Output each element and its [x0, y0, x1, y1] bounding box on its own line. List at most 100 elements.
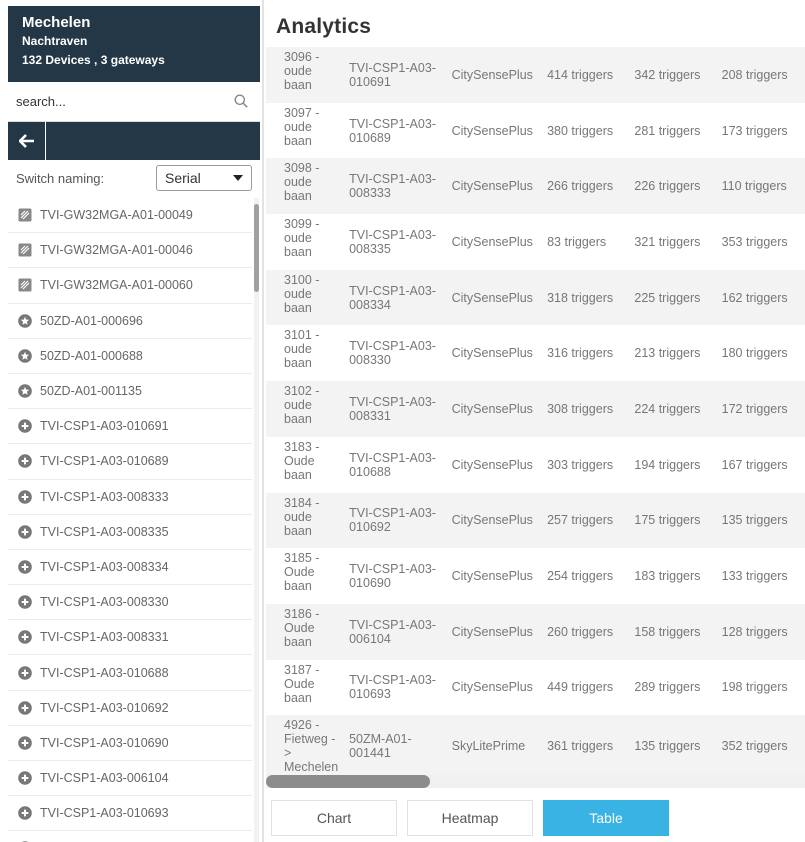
device-type-cell: CitySensePlus [451, 179, 533, 194]
device-list-item[interactable]: TVI-CSP1-A03-010691 [8, 409, 252, 445]
plus-circle-icon [18, 771, 32, 785]
triggers-cell: 257 triggers [547, 513, 614, 528]
device-type-cell: CitySensePlus [451, 457, 533, 472]
triggers-cell: 172 triggers [721, 401, 788, 416]
triggers-cell: 180 triggers [721, 346, 788, 361]
triggers-cell: 198 triggers [721, 680, 788, 695]
triggers-cell: 449 triggers [547, 680, 614, 695]
sidebar-header: Mechelen Nachtraven 132 Devices , 3 gate… [8, 6, 260, 82]
table-row[interactable]: 3185 - Oude baan TVI-CSP1-A03-010690 CityS… [266, 548, 805, 604]
table-row[interactable]: 3100 - oude baan TVI-CSP1-A03-008334 CityS… [266, 269, 805, 326]
device-name: TVI-CSP1-A03-010690 [40, 735, 169, 750]
triggers-cell: 414 triggers [547, 67, 614, 82]
table-row[interactable]: 3097 - oude baan TVI-CSP1-A03-010689 CityS… [266, 102, 805, 159]
search-icon[interactable] [234, 94, 248, 108]
plus-circle-icon [18, 736, 32, 750]
device-list-item[interactable]: TVI-CSP1-A03-010690 [8, 726, 252, 761]
triggers-cell: 353 triggers [721, 234, 788, 249]
device-list-item[interactable]: TVI-CSP1-A03-010693 [8, 796, 252, 832]
table-scrollbar-thumb[interactable] [266, 775, 430, 788]
table-row[interactable]: 4926 - Fietweg - > Mechelen 50ZM-A01-0014… [266, 715, 805, 775]
device-name: 50ZD-A01-001135 [40, 384, 142, 399]
serial-cell: TVI-CSP1-A03-010690 [349, 562, 436, 591]
triggers-cell: 260 triggers [547, 624, 614, 639]
device-name: TVI-GW32MGA-A01-00049 [40, 208, 193, 223]
serial-cell: 50ZM-A01-001441 [349, 732, 412, 761]
search-input[interactable] [16, 94, 226, 109]
triggers-cell: 135 triggers [634, 739, 701, 754]
table-row[interactable]: 3186 - Oude baan TVI-CSP1-A03-006104 CityS… [266, 603, 805, 660]
serial-cell: TVI-CSP1-A03-010691 [349, 60, 436, 89]
device-type-cell: CitySensePlus [451, 123, 533, 138]
triggers-cell: 110 triggers [721, 179, 787, 194]
device-type-cell: CitySensePlus [451, 234, 533, 249]
triggers-cell: 133 triggers [721, 569, 788, 584]
plus-circle-icon [18, 665, 32, 680]
device-name: TVI-CSP1-A03-008334 [40, 559, 169, 574]
device-list-item[interactable]: TVI-GW32MGA-A01-00046 [8, 233, 252, 269]
device-name: TVI-CSP1-A03-008331 [40, 630, 169, 645]
device-list-item[interactable]: TVI-CSP1-A03-010689 [8, 444, 252, 480]
device-name: TVI-CSP1-A03-010692 [40, 700, 169, 715]
device-list-item[interactable]: TVI-CSP1-A03-008335 [8, 515, 252, 550]
caret-down-icon [233, 175, 243, 181]
table-row[interactable]: 3187 - Oude baan TVI-CSP1-A03-010693 CityS… [266, 659, 805, 716]
naming-select[interactable]: Serial [156, 165, 252, 191]
triggers-cell: 183 triggers [634, 569, 701, 584]
table-horizontal-scrollbar[interactable] [266, 775, 805, 788]
device-list-item[interactable]: TVI-CSP1-A03-010688 [8, 655, 252, 691]
table-row[interactable]: 3101 - oude baan TVI-CSP1-A03-008330 CityS… [266, 325, 805, 382]
device-name: TVI-CSP1-A03-006104 [40, 771, 169, 786]
location-cell: 3096 - oude baan [284, 50, 320, 92]
plus-circle-icon [18, 700, 32, 715]
tab-chart-button[interactable]: Chart [271, 800, 397, 836]
device-name: TVI-CSP1-A03-010688 [40, 665, 169, 680]
device-list-item[interactable]: TVI-CSP1-A03-006104 [8, 761, 252, 797]
device-type-cell: CitySensePlus [451, 290, 533, 305]
device-list-item[interactable]: TVI-GW32MGA-A01-00060 [8, 268, 252, 304]
device-name: TVI-CSP1-A03-010691 [40, 419, 169, 434]
tab-table-button[interactable]: Table [543, 800, 669, 836]
device-type-cell: CitySensePlus [451, 624, 533, 639]
device-type-cell: CitySensePlus [451, 680, 533, 695]
serial-cell: TVI-CSP1-A03-008334 [349, 283, 436, 312]
device-list-item[interactable]: 50ZD-A01-001135 [8, 374, 252, 410]
table-row[interactable]: 3102 - oude baan TVI-CSP1-A03-008331 CityS… [266, 381, 805, 437]
back-button[interactable] [8, 122, 46, 160]
panel-divider[interactable] [262, 0, 264, 842]
serial-cell: TVI-CSP1-A03-008330 [349, 339, 436, 368]
device-list-item[interactable]: TVI-GW32MGA-A01-00049 [8, 198, 252, 234]
star-badge-icon [18, 384, 32, 398]
triggers-cell: 173 triggers [721, 123, 788, 138]
device-list-item[interactable]: TVI-CSP1-A03-008330 [8, 585, 252, 621]
page-title: Analytics [276, 15, 372, 38]
device-name: TVI-CSP1-A03-010689 [40, 454, 169, 469]
device-list-item[interactable]: 50ZD-A01-000696 [8, 304, 252, 339]
table-row[interactable]: 3099 - oude baan TVI-CSP1-A03-008335 CityS… [266, 214, 805, 270]
table-row[interactable]: 3098 - oude baan TVI-CSP1-A03-008333 CityS… [266, 158, 805, 215]
tab-heatmap-button[interactable]: Heatmap [407, 800, 533, 836]
device-type-cell: CitySensePlus [451, 569, 533, 584]
device-list-item[interactable]: TVI-CSP1-A03-010692 [8, 691, 252, 726]
device-list-item[interactable]: 50ZM-A01-001441 [8, 831, 252, 842]
location-cell: 4926 - Fietweg - > Mechelen [284, 718, 339, 775]
device-list-item[interactable]: 50ZD-A01-000688 [8, 339, 252, 374]
main-panel: Analytics 3096 - oude baan TVI-CSP1-A03-0… [266, 0, 805, 842]
device-list: TVI-GW32MGA-A01-00049 TVI-GW32MGA-A01-000… [8, 198, 252, 842]
triggers-cell: 266 triggers [547, 179, 614, 194]
triggers-cell: 175 triggers [634, 513, 701, 528]
table-row[interactable]: 3096 - oude baan TVI-CSP1-A03-010691 CityS… [266, 47, 805, 103]
device-list-item[interactable]: TVI-CSP1-A03-008334 [8, 550, 252, 586]
location-cell: 3100 - oude baan [284, 272, 320, 315]
triggers-cell: 361 triggers [547, 739, 614, 754]
device-list-item[interactable]: TVI-CSP1-A03-008333 [8, 480, 252, 515]
sidebar-scrollbar[interactable] [254, 198, 259, 842]
serial-cell: TVI-CSP1-A03-010692 [349, 506, 436, 535]
table-row[interactable]: 3184 - oude baan TVI-CSP1-A03-010692 CityS… [266, 492, 805, 549]
device-list-item[interactable]: TVI-CSP1-A03-008331 [8, 620, 252, 656]
naming-select-value: Serial [165, 170, 201, 186]
analytics-table-container: 3096 - oude baan TVI-CSP1-A03-010691 CityS… [266, 47, 805, 775]
sidebar-scrollbar-thumb[interactable] [254, 204, 259, 292]
triggers-cell: 194 triggers [634, 457, 701, 472]
table-row[interactable]: 3183 - Oude baan TVI-CSP1-A03-010688 CityS… [266, 436, 805, 493]
